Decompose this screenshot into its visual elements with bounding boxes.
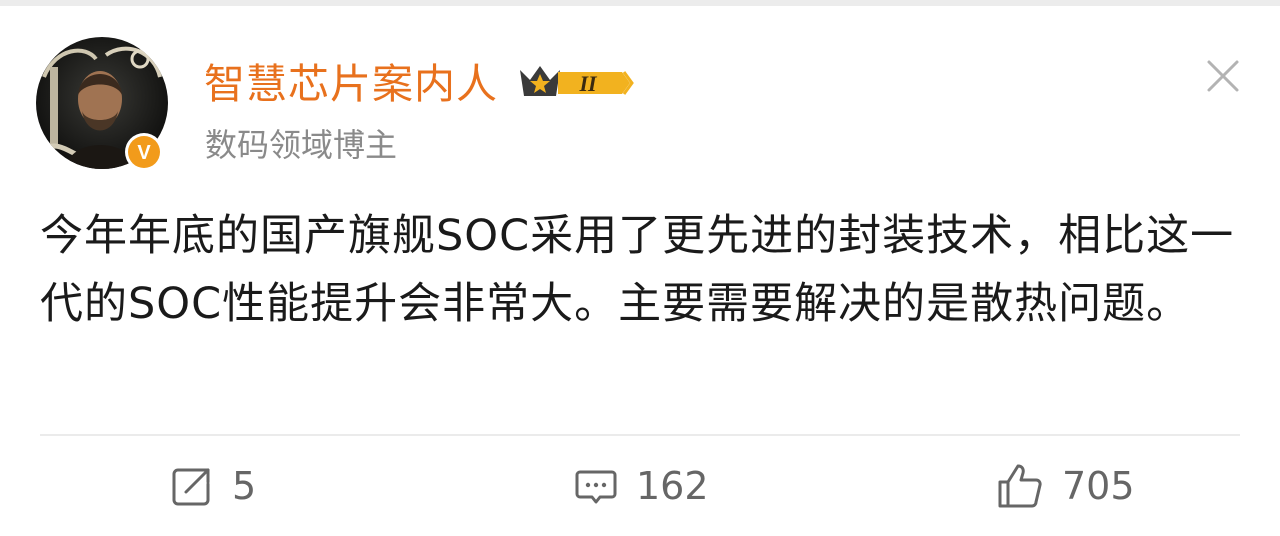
comment-button[interactable]: 162 xyxy=(574,460,709,512)
svg-text:II: II xyxy=(578,71,598,96)
like-count: 705 xyxy=(1062,464,1135,508)
comment-icon xyxy=(575,470,617,504)
repost-count: 5 xyxy=(232,464,257,508)
post-text: 今年年底的国产旗舰SOC采用了更先进的封装技术，相比这一代的SOC性能提升会非常… xyxy=(40,211,1235,329)
close-icon xyxy=(1207,60,1239,92)
svg-text:V: V xyxy=(137,142,151,164)
author-subtitle: 数码领域博主 xyxy=(205,126,398,164)
repost-icon xyxy=(172,468,210,506)
level-badge[interactable]: II xyxy=(518,62,634,104)
divider xyxy=(40,434,1240,436)
close-button[interactable] xyxy=(1205,58,1241,94)
like-button[interactable]: 705 xyxy=(996,460,1135,512)
comment-count: 162 xyxy=(636,464,709,508)
post-card: V 智慧芯片案内人 II 数码领域博主 今年年底的国产旗舰SOC采用了更先进的封… xyxy=(0,0,1280,536)
username[interactable]: 智慧芯片案内人 xyxy=(204,56,498,112)
top-separator xyxy=(0,0,1280,6)
thumbs-up-icon xyxy=(998,464,1042,508)
repost-button[interactable]: 5 xyxy=(170,460,256,512)
verified-badge: V xyxy=(124,132,164,172)
